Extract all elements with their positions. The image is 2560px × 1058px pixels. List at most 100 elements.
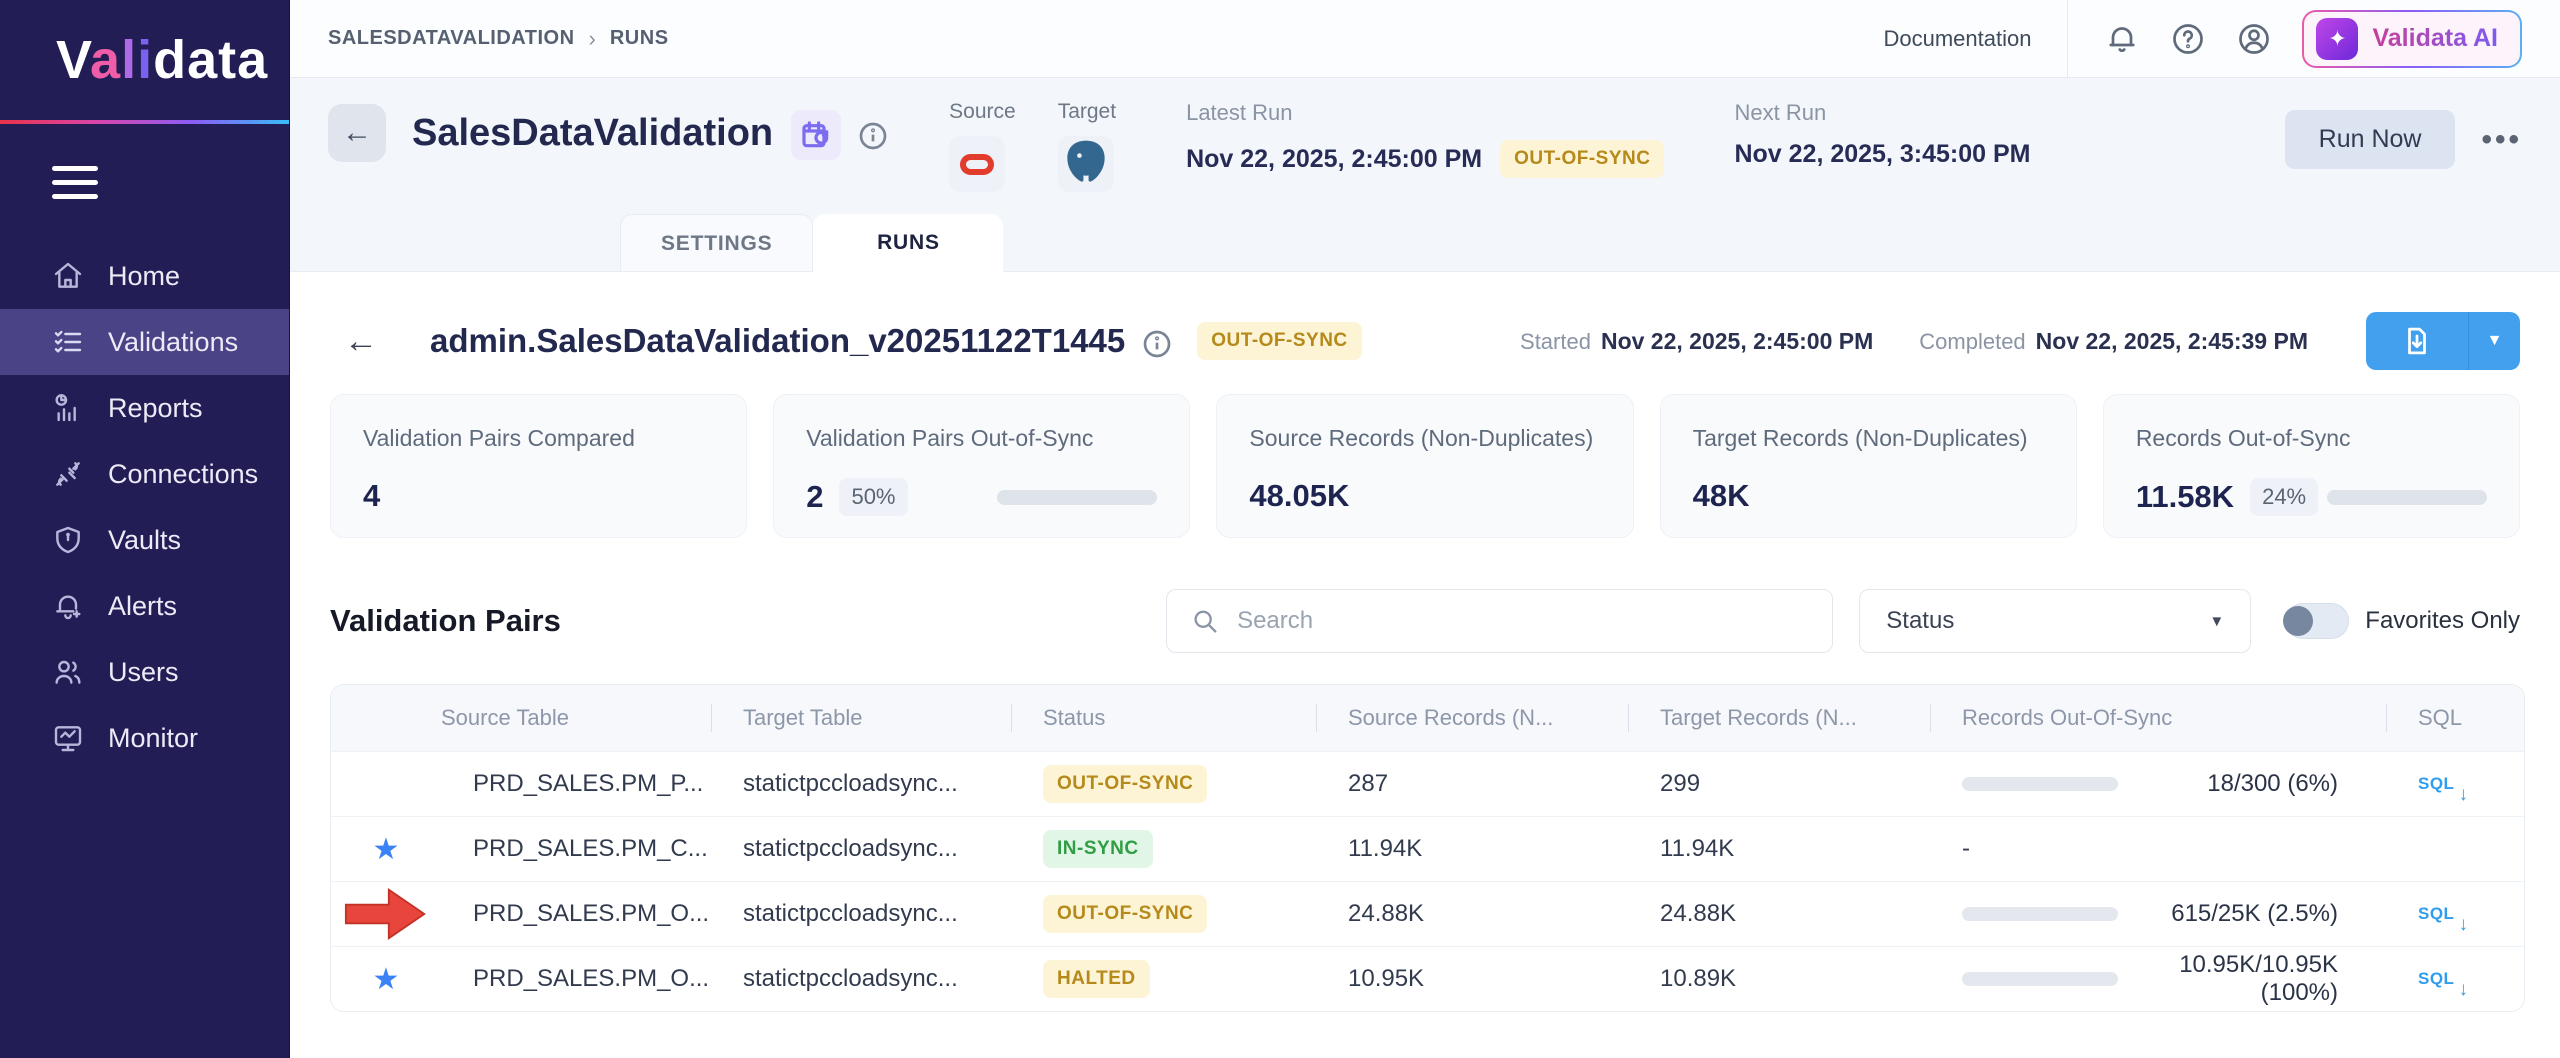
app-logo[interactable]: Validata [0, 0, 289, 120]
col-status[interactable]: Status [1011, 685, 1316, 751]
records-out-of-sync-cell: 615/25K (2.5%) [1930, 900, 2386, 928]
target-records-cell: 10.89K [1628, 965, 1930, 993]
sql-cell: SQL [2386, 969, 2525, 989]
checklist-icon [52, 326, 84, 358]
records-out-of-sync-cell: 10.95K/10.95K (100%) [1930, 951, 2386, 1007]
run-started: StartedNov 22, 2025, 2:45:00 PM [1520, 328, 1873, 355]
sql-download-icon[interactable]: SQL [2418, 774, 2454, 794]
run-status-badge: OUT-OF-SYNC [1197, 322, 1361, 360]
favorites-only-toggle[interactable] [2285, 603, 2349, 639]
source-records-cell: 24.88K [1316, 900, 1628, 928]
validation-pairs-heading: Validation Pairs [330, 603, 561, 639]
percent-chip: 50% [839, 478, 907, 516]
run-info-icon[interactable] [1141, 328, 1173, 360]
breadcrumb-root[interactable]: SALESDATAVALIDATION [328, 27, 575, 50]
chevron-down-icon [2209, 613, 2224, 630]
target-records-cell: 299 [1628, 770, 1930, 798]
search-box[interactable] [1166, 589, 1833, 653]
validation-header: SalesDataValidation Source Target Latest… [290, 78, 2560, 192]
favorites-only-label: Favorites Only [2365, 607, 2520, 635]
schedule-calendar-icon[interactable] [791, 110, 841, 160]
source-table-cell: PRD_SALES.PM_P... [441, 770, 711, 798]
status-badge: IN-SYNC [1043, 830, 1153, 868]
next-run-info: Next Run Nov 22, 2025, 3:45:00 PM [1734, 100, 2030, 169]
notifications-bell-icon[interactable] [2104, 21, 2140, 57]
oracle-source-icon[interactable] [949, 136, 1005, 192]
tab-settings[interactable]: SETTINGS [620, 214, 813, 272]
users-icon [52, 656, 84, 688]
postgres-target-icon[interactable] [1058, 136, 1114, 192]
target-table-cell: statictpccloadsync... [711, 965, 1011, 993]
col-target-table[interactable]: Target Table [711, 685, 1011, 751]
validata-ai-button[interactable]: Validata AI [2302, 10, 2522, 68]
file-download-icon[interactable] [2366, 312, 2468, 370]
col-source-table[interactable]: Source Table [441, 685, 711, 751]
tab-bar: SETTINGS RUNS [290, 214, 2560, 272]
status-badge: OUT-OF-SYNC [1043, 765, 1207, 803]
favorite-cell [331, 885, 441, 943]
target-table-cell: statictpccloadsync... [711, 835, 1011, 863]
sidebar-item-home[interactable]: Home [0, 243, 289, 309]
sql-download-icon[interactable]: SQL [2418, 969, 2454, 989]
sidebar-item-monitor[interactable]: Monitor [0, 705, 289, 771]
hamburger-menu-icon[interactable] [52, 166, 98, 199]
sidebar-item-alerts[interactable]: Alerts [0, 573, 289, 639]
source-records-cell: 10.95K [1316, 965, 1628, 993]
table-row[interactable]: PRD_SALES.PM_O... statictpccloadsync... … [331, 881, 2524, 946]
download-report-split-button[interactable] [2366, 312, 2520, 370]
sidebar-item-connections[interactable]: Connections [0, 441, 289, 507]
search-input[interactable] [1237, 607, 1808, 635]
col-source-records[interactable]: Source Records (N... [1316, 685, 1628, 751]
target-connector: Target [1058, 100, 1116, 192]
table-row[interactable]: PRD_SALES.PM_P... statictpccloadsync... … [331, 751, 2524, 816]
logo-text: Validata [56, 29, 268, 91]
monitor-icon [52, 722, 84, 754]
col-sql[interactable]: SQL [2386, 685, 2525, 751]
download-options-caret[interactable] [2468, 312, 2520, 370]
favorite-star-icon[interactable] [373, 832, 400, 867]
brand-gradient-divider [0, 120, 289, 124]
table-row[interactable]: PRD_SALES.PM_O... statictpccloadsync... … [331, 946, 2524, 1011]
back-button[interactable] [328, 104, 386, 162]
records-out-of-sync-cell: 18/300 (6%) [1930, 770, 2386, 798]
status-cell: OUT-OF-SYNC [1011, 895, 1316, 933]
tab-runs[interactable]: RUNS [813, 214, 1003, 272]
app-root: Validata Home Validations Reports Connec… [0, 0, 2560, 1058]
source-connector: Source [949, 100, 1016, 192]
progress-bar [997, 490, 1157, 505]
help-icon[interactable] [2170, 21, 2206, 57]
sidebar-nav: Home Validations Reports Connections Vau… [0, 243, 289, 771]
run-back-arrow[interactable] [344, 322, 378, 361]
topbar-divider [2067, 0, 2068, 78]
info-icon[interactable] [857, 120, 889, 152]
target-table-cell: statictpccloadsync... [711, 900, 1011, 928]
out-of-sync-bar [1962, 777, 2118, 791]
sql-download-icon[interactable]: SQL [2418, 904, 2454, 924]
status-cell: HALTED [1011, 960, 1316, 998]
col-records-out-of-sync[interactable]: Records Out-Of-Sync [1930, 685, 2386, 751]
sidebar-item-validations[interactable]: Validations [0, 309, 289, 375]
sidebar-item-vaults[interactable]: Vaults [0, 507, 289, 573]
run-now-button[interactable]: Run Now [2285, 110, 2456, 169]
latest-run-status-badge: OUT-OF-SYNC [1500, 140, 1664, 178]
run-title: admin.SalesDataValidation_v20251122T1445 [430, 322, 1125, 360]
stat-card-source-records: Source Records (Non-Duplicates) 48.05K [1216, 394, 1633, 538]
chevron-right-icon [589, 26, 596, 52]
top-bar: SALESDATAVALIDATION RUNS Documentation V… [290, 0, 2560, 78]
table-header-row: Source Table Target Table Status Source … [331, 685, 2524, 751]
report-chart-icon [52, 392, 84, 424]
table-row[interactable]: PRD_SALES.PM_C... statictpccloadsync... … [331, 816, 2524, 881]
run-completed: CompletedNov 22, 2025, 2:45:39 PM [1919, 328, 2308, 355]
latest-run-info: Latest Run Nov 22, 2025, 2:45:00 PM OUT-… [1186, 100, 1664, 178]
source-records-cell: 11.94K [1316, 835, 1628, 863]
home-icon [52, 260, 84, 292]
col-target-records[interactable]: Target Records (N... [1628, 685, 1930, 751]
plug-icon [52, 458, 84, 490]
documentation-link[interactable]: Documentation [1884, 26, 2032, 52]
status-filter-select[interactable]: Status [1859, 589, 2251, 653]
favorite-star-icon[interactable] [373, 962, 400, 997]
account-icon[interactable] [2236, 21, 2272, 57]
sidebar-item-users[interactable]: Users [0, 639, 289, 705]
sidebar-item-reports[interactable]: Reports [0, 375, 289, 441]
more-actions-icon[interactable] [2481, 123, 2522, 157]
